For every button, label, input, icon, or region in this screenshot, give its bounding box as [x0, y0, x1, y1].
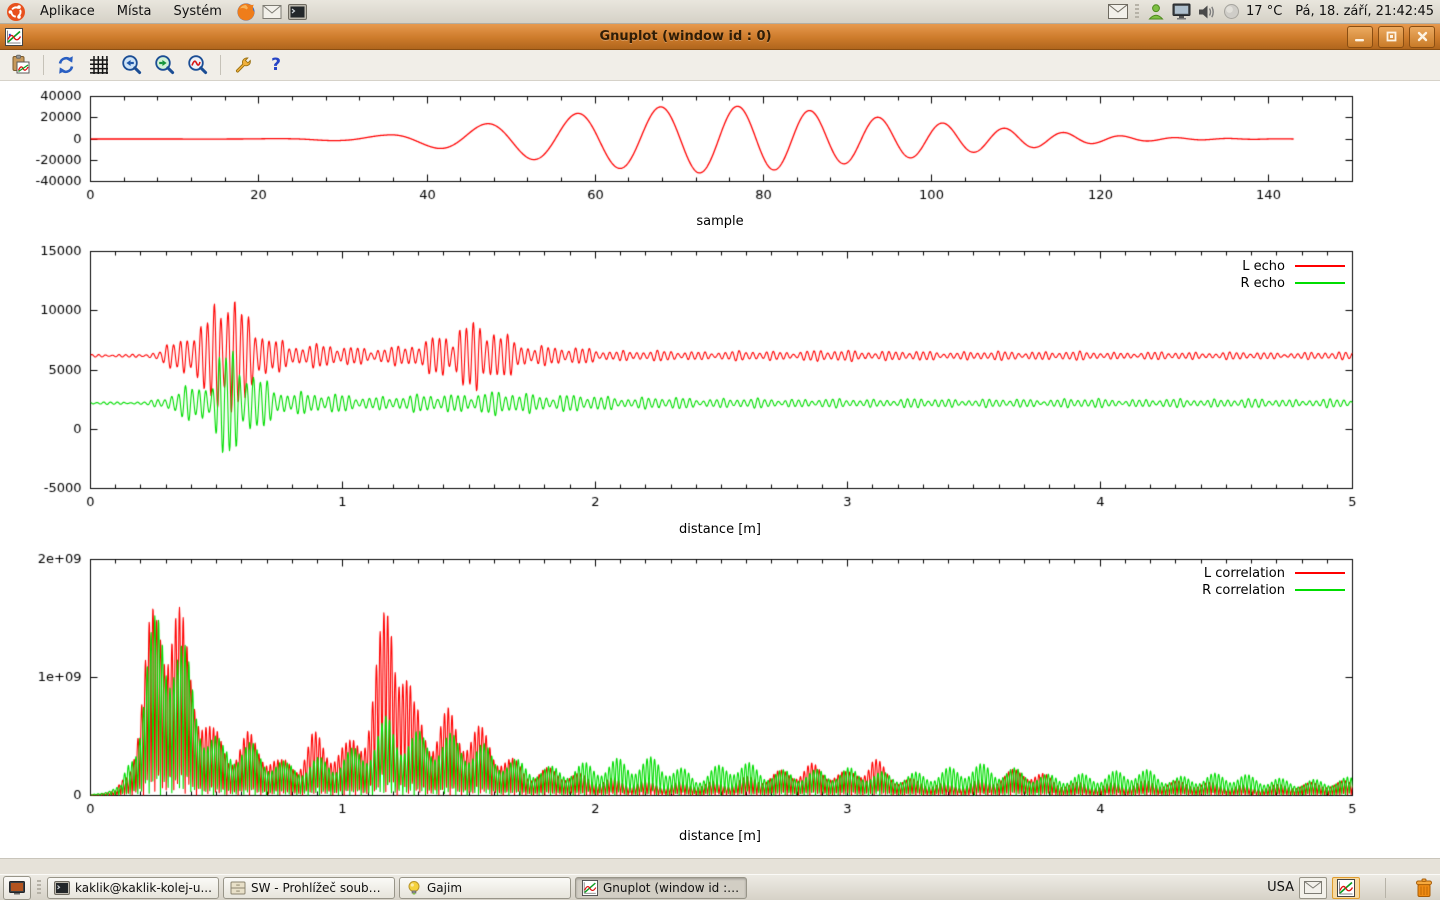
clock[interactable]: Pá, 18. září, 21:42:45	[1295, 4, 1434, 19]
configure-plot-button[interactable]	[230, 52, 256, 78]
ubuntu-logo-icon[interactable]	[5, 1, 27, 23]
ubuntu-logo-icon	[6, 2, 26, 22]
replot-button[interactable]	[53, 52, 79, 78]
copy-to-clipboard-button[interactable]	[8, 52, 34, 78]
taskbar-right-tray: USA	[1267, 876, 1437, 900]
unzoom-button[interactable]	[185, 52, 211, 78]
temperature-readout[interactable]: 17 °C	[1246, 4, 1282, 19]
legend-line-sample	[1295, 265, 1345, 267]
desktop: Aplikace Místa Systém	[0, 0, 1440, 900]
file-manager-icon	[230, 880, 246, 896]
legend-label: L echo	[1242, 259, 1285, 274]
legend-label: R correlation	[1202, 583, 1285, 598]
display-icon[interactable]	[1171, 2, 1191, 22]
legend-label: R echo	[1240, 276, 1285, 291]
legend-entry: R echo	[1240, 276, 1345, 290]
echo-legend: L echo R echo	[1240, 259, 1345, 290]
mail-launcher-icon[interactable]	[261, 1, 283, 23]
tray-grip-handle[interactable]	[1135, 4, 1139, 20]
mail-notification-icon[interactable]	[1108, 2, 1128, 22]
terminal-launcher-icon[interactable]	[287, 1, 309, 23]
panel-menubar: Aplikace Místa Systém	[0, 1, 310, 23]
correlation-legend: L correlation R correlation	[1202, 566, 1345, 597]
toolbar-separator	[220, 55, 221, 75]
toolbar-separator	[43, 55, 44, 75]
mail-tray-button[interactable]	[1299, 877, 1327, 899]
menu-places[interactable]: Místa	[107, 1, 162, 22]
legend-entry: L echo	[1242, 259, 1345, 273]
weather-icon[interactable]	[1221, 2, 1241, 22]
close-button[interactable]	[1409, 26, 1435, 48]
taskbar-button-file-browser[interactable]: SW - Prohlížeč souborů	[223, 877, 395, 899]
taskbar-button-label: Gnuplot (window id : 0)	[603, 881, 740, 895]
taskbar-button-terminal[interactable]: kaklik@kaklik-kolej-u...	[47, 877, 219, 899]
gnuplot-toolbar: ?	[0, 50, 1440, 81]
taskbar-divider	[1385, 878, 1386, 898]
plot-area: sample distance [m] distance [m] L echo …	[0, 81, 1440, 858]
zoom-previous-button[interactable]	[119, 52, 145, 78]
legend-entry: L correlation	[1204, 566, 1345, 580]
taskbar-grip-handle[interactable]	[37, 880, 41, 896]
help-button[interactable]: ?	[263, 52, 289, 78]
trash-icon	[1412, 876, 1436, 900]
firefox-launcher-icon[interactable]	[235, 1, 257, 23]
xlabel-sample: sample	[0, 214, 1440, 229]
user-switcher-icon[interactable]	[1146, 2, 1166, 22]
show-desktop-icon	[9, 881, 25, 895]
taskbar-button-label: SW - Prohlížeč souborů	[251, 881, 388, 895]
toggle-grid-button[interactable]	[86, 52, 112, 78]
gnuplot-icon	[582, 880, 598, 896]
minimize-button[interactable]	[1347, 26, 1373, 48]
legend-entry: R correlation	[1202, 583, 1345, 597]
xlabel-distance-echo: distance [m]	[0, 522, 1440, 537]
maximize-button[interactable]	[1378, 26, 1404, 48]
zoom-next-button[interactable]	[152, 52, 178, 78]
gajim-icon	[406, 880, 422, 896]
gnuplot-tray-button[interactable]	[1332, 877, 1360, 899]
system-tray: 17 °C Pá, 18. září, 21:42:45	[1108, 2, 1440, 22]
legend-line-sample	[1295, 589, 1345, 591]
bottom-taskbar: kaklik@kaklik-kolej-u... SW - Prohlížeč …	[0, 874, 1440, 900]
menu-applications[interactable]: Aplikace	[30, 1, 105, 22]
volume-icon[interactable]	[1196, 2, 1216, 22]
keyboard-layout-indicator[interactable]: USA	[1267, 880, 1294, 895]
window-titlebar[interactable]: Gnuplot (window id : 0)	[0, 24, 1440, 50]
menu-system[interactable]: Systém	[163, 1, 231, 22]
window-title: Gnuplot (window id : 0)	[29, 29, 1342, 44]
legend-label: L correlation	[1204, 566, 1285, 581]
gnuplot-canvas[interactable]	[0, 81, 1440, 858]
gnuplot-window-icon	[5, 28, 23, 46]
legend-line-sample	[1295, 572, 1345, 574]
taskbar-button-gajim[interactable]: Gajim	[399, 877, 571, 899]
taskbar-button-gnuplot[interactable]: Gnuplot (window id : 0)	[575, 877, 747, 899]
terminal-icon	[54, 880, 70, 896]
top-panel: Aplikace Místa Systém	[0, 0, 1440, 24]
taskbar-button-label: Gajim	[427, 881, 462, 895]
mail-icon	[1304, 881, 1322, 894]
trash-applet-button[interactable]	[1411, 876, 1437, 900]
xlabel-distance-correlation: distance [m]	[0, 829, 1440, 844]
gnuplot-icon	[1337, 879, 1355, 897]
show-desktop-button[interactable]	[3, 876, 31, 900]
taskbar-button-label: kaklik@kaklik-kolej-u...	[75, 881, 212, 895]
legend-line-sample	[1295, 282, 1345, 284]
window-status-strip	[0, 858, 1440, 874]
